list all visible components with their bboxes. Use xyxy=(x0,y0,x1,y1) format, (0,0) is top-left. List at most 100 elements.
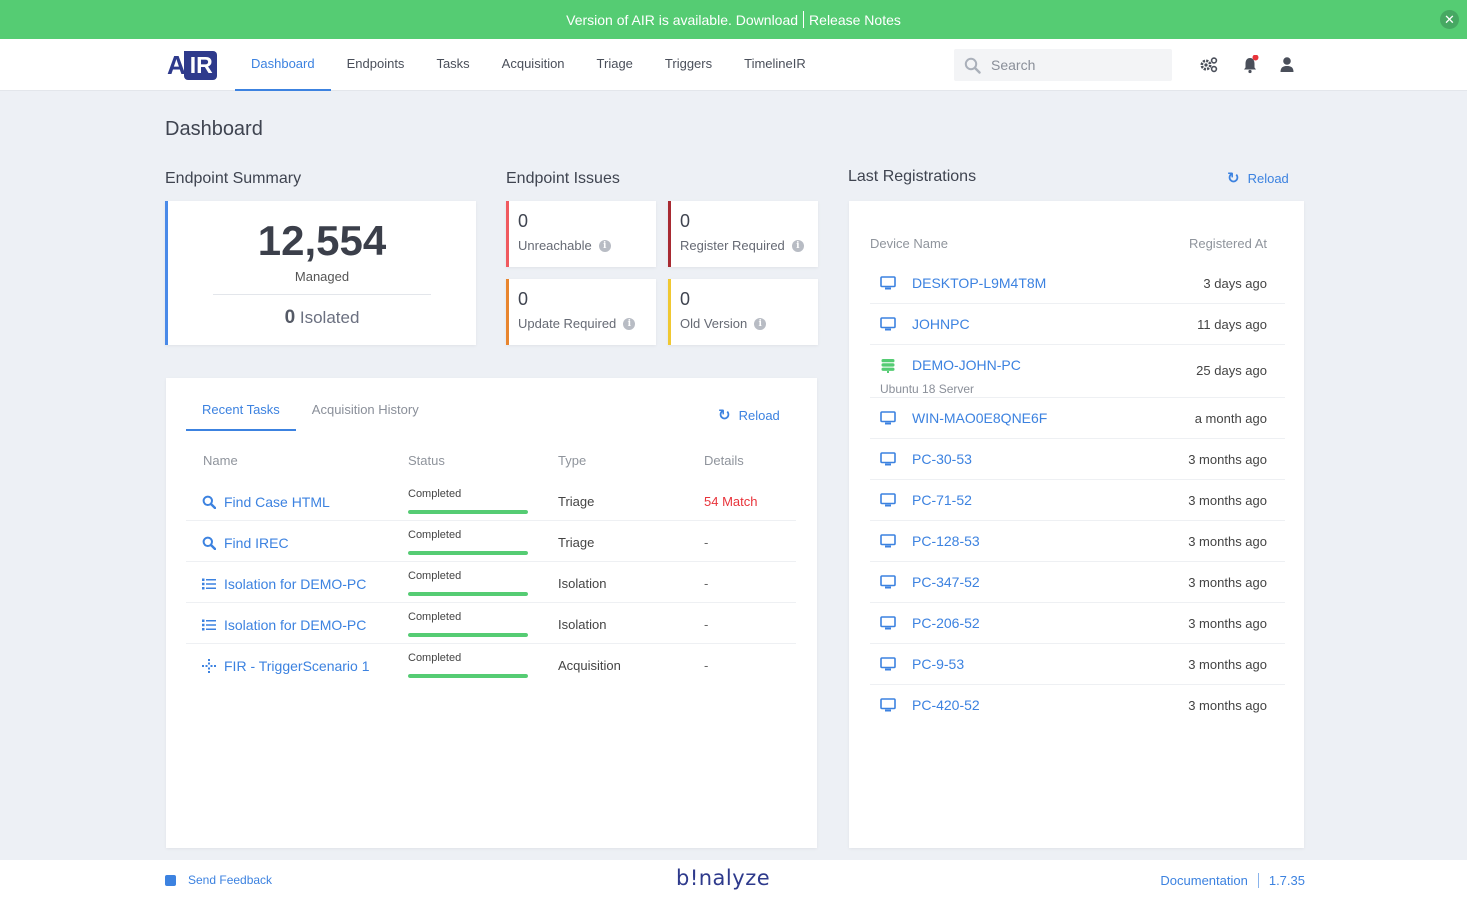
nav-tab-timelineir[interactable]: TimelineIR xyxy=(728,39,822,91)
task-progress-fill xyxy=(408,592,528,596)
documentation-link[interactable]: Documentation xyxy=(1160,873,1247,888)
col-header-device-name: Device Name xyxy=(870,236,949,251)
issue-card-update-required[interactable]: 0 Update Required i xyxy=(506,279,656,345)
device-name: PC-420-52 xyxy=(912,697,980,713)
device-name: PC-128-53 xyxy=(912,533,980,549)
air-logo[interactable]: A IR xyxy=(167,50,217,80)
task-status: Completed xyxy=(408,488,462,500)
release-notes-link[interactable]: Release Notes xyxy=(809,12,901,28)
device-name-link[interactable]: PC-9-53 xyxy=(880,656,964,672)
endpoint-summary-card[interactable]: 12,554 Managed 0 Isolated xyxy=(165,201,476,345)
desktop-icon xyxy=(880,615,904,631)
task-name-link[interactable]: Isolation for DEMO-PC xyxy=(202,617,366,633)
task-name-link[interactable]: FIR - TriggerScenario 1 xyxy=(202,658,370,674)
device-name-link[interactable]: PC-206-52 xyxy=(880,615,980,631)
banner-message[interactable]: Version of AIR is available. Download xyxy=(566,12,798,28)
task-type: Triage xyxy=(558,535,595,550)
issue-card-unreachable[interactable]: 0 Unreachable i xyxy=(506,201,656,267)
bell-icon[interactable] xyxy=(1240,55,1260,75)
task-row[interactable]: Isolation for DEMO-PC Completed Isolatio… xyxy=(186,603,796,644)
task-row[interactable]: Find Case HTML Completed Triage 54 Match xyxy=(186,480,796,521)
reload-label: Reload xyxy=(738,407,780,423)
logo-ir: IR xyxy=(183,50,217,80)
col-header-details[interactable]: Details xyxy=(704,453,744,468)
issue-count: 0 xyxy=(680,289,691,309)
close-icon[interactable]: ✕ xyxy=(1440,10,1459,29)
settings-gears-icon[interactable] xyxy=(1199,55,1219,75)
issue-count: 0 xyxy=(680,211,691,231)
col-header-type[interactable]: Type xyxy=(558,453,586,468)
col-header-status[interactable]: Status xyxy=(408,453,445,468)
task-progress-bar xyxy=(408,674,528,678)
isolated-summary[interactable]: 0 Isolated xyxy=(168,307,476,329)
search-icon xyxy=(202,495,216,509)
registration-row[interactable]: PC-9-53 3 months ago xyxy=(870,644,1285,685)
info-icon[interactable]: i xyxy=(754,317,767,330)
issue-card-old-version[interactable]: 0 Old Version i xyxy=(668,279,818,345)
task-status: Completed xyxy=(408,529,462,541)
last-registrations-title: Last Registrations xyxy=(848,168,977,185)
device-name-link[interactable]: PC-347-52 xyxy=(880,574,980,590)
device-name-link[interactable]: WIN-MAO0E8QNE6F xyxy=(880,410,1047,426)
search-box[interactable] xyxy=(954,49,1172,81)
task-type: Triage xyxy=(558,494,595,509)
logo-a: A xyxy=(167,50,186,80)
nav-tab-tasks[interactable]: Tasks xyxy=(420,39,485,91)
nav-tab-endpoints[interactable]: Endpoints xyxy=(331,39,421,91)
task-row[interactable]: Find IREC Completed Triage - xyxy=(186,521,796,562)
device-name-link[interactable]: DESKTOP-L9M4T8M xyxy=(880,275,1046,291)
task-type: Isolation xyxy=(558,617,607,632)
task-details: - xyxy=(704,617,709,632)
device-name-link[interactable]: PC-30-53 xyxy=(880,451,972,467)
registration-row[interactable]: PC-71-52 3 months ago xyxy=(870,480,1285,521)
col-header-name[interactable]: Name xyxy=(203,453,238,468)
registered-at: 3 months ago xyxy=(1188,452,1267,467)
registration-row[interactable]: JOHNPC 11 days ago xyxy=(870,304,1285,345)
registration-row[interactable]: PC-128-53 3 months ago xyxy=(870,521,1285,562)
registration-row[interactable]: DEMO-JOHN-PC Ubuntu 18 Server 25 days ago xyxy=(870,345,1285,398)
device-name-link[interactable]: PC-71-52 xyxy=(880,492,972,508)
registered-at: 11 days ago xyxy=(1197,317,1267,332)
nav-tab-acquisition[interactable]: Acquisition xyxy=(486,39,581,91)
device-name-link[interactable]: PC-420-52 xyxy=(880,697,980,713)
issue-label: Old Version xyxy=(680,316,748,331)
task-row[interactable]: FIR - TriggerScenario 1 Completed Acquis… xyxy=(186,644,796,685)
tasks-reload-button[interactable]: ↻ Reload xyxy=(718,406,780,424)
registration-row[interactable]: DESKTOP-L9M4T8M 3 days ago xyxy=(870,263,1285,304)
issue-card-register-required[interactable]: 0 Register Required i xyxy=(668,201,818,267)
registration-row[interactable]: WIN-MAO0E8QNE6F a month ago xyxy=(870,398,1285,439)
registration-row[interactable]: PC-206-52 3 months ago xyxy=(870,603,1285,644)
endpoint-summary-title: Endpoint Summary xyxy=(165,170,302,187)
device-name-link[interactable]: PC-128-53 xyxy=(880,533,980,549)
task-details[interactable]: 54 Match xyxy=(704,494,757,509)
nav-tab-triage[interactable]: Triage xyxy=(581,39,649,91)
device-name-link[interactable]: DEMO-JOHN-PC xyxy=(880,357,1021,373)
registrations-reload-button[interactable]: ↻ Reload xyxy=(1227,169,1289,187)
banner-separator xyxy=(803,11,805,28)
issue-count: 0 xyxy=(518,289,529,309)
task-name-link[interactable]: Isolation for DEMO-PC xyxy=(202,576,366,592)
isolated-label: Isolated xyxy=(299,308,360,327)
registration-row[interactable]: PC-347-52 3 months ago xyxy=(870,562,1285,603)
nav-tab-triggers[interactable]: Triggers xyxy=(649,39,728,91)
tab-acquisition-history[interactable]: Acquisition History xyxy=(296,394,435,431)
info-icon[interactable]: i xyxy=(623,317,636,330)
summary-divider xyxy=(213,294,431,295)
task-name-link[interactable]: Find IREC xyxy=(202,535,289,551)
search-input[interactable] xyxy=(991,57,1151,73)
registration-row[interactable]: PC-30-53 3 months ago xyxy=(870,439,1285,480)
user-icon[interactable] xyxy=(1277,55,1297,75)
info-icon[interactable]: i xyxy=(598,239,611,252)
binalyze-logo[interactable]: b!nalyze xyxy=(676,866,770,890)
registration-row[interactable]: PC-420-52 3 months ago xyxy=(870,685,1285,726)
info-icon[interactable]: i xyxy=(791,239,804,252)
send-feedback-link[interactable]: Send Feedback xyxy=(165,873,272,887)
update-banner: Version of AIR is available. Download Re… xyxy=(0,0,1467,39)
task-name-link[interactable]: Find Case HTML xyxy=(202,494,330,510)
task-row[interactable]: Isolation for DEMO-PC Completed Isolatio… xyxy=(186,562,796,603)
registered-at: 3 months ago xyxy=(1188,698,1267,713)
task-name: Isolation for DEMO-PC xyxy=(224,617,367,633)
device-name-link[interactable]: JOHNPC xyxy=(880,316,970,332)
nav-tab-dashboard[interactable]: Dashboard xyxy=(235,39,331,91)
tab-recent-tasks[interactable]: Recent Tasks xyxy=(186,394,296,431)
